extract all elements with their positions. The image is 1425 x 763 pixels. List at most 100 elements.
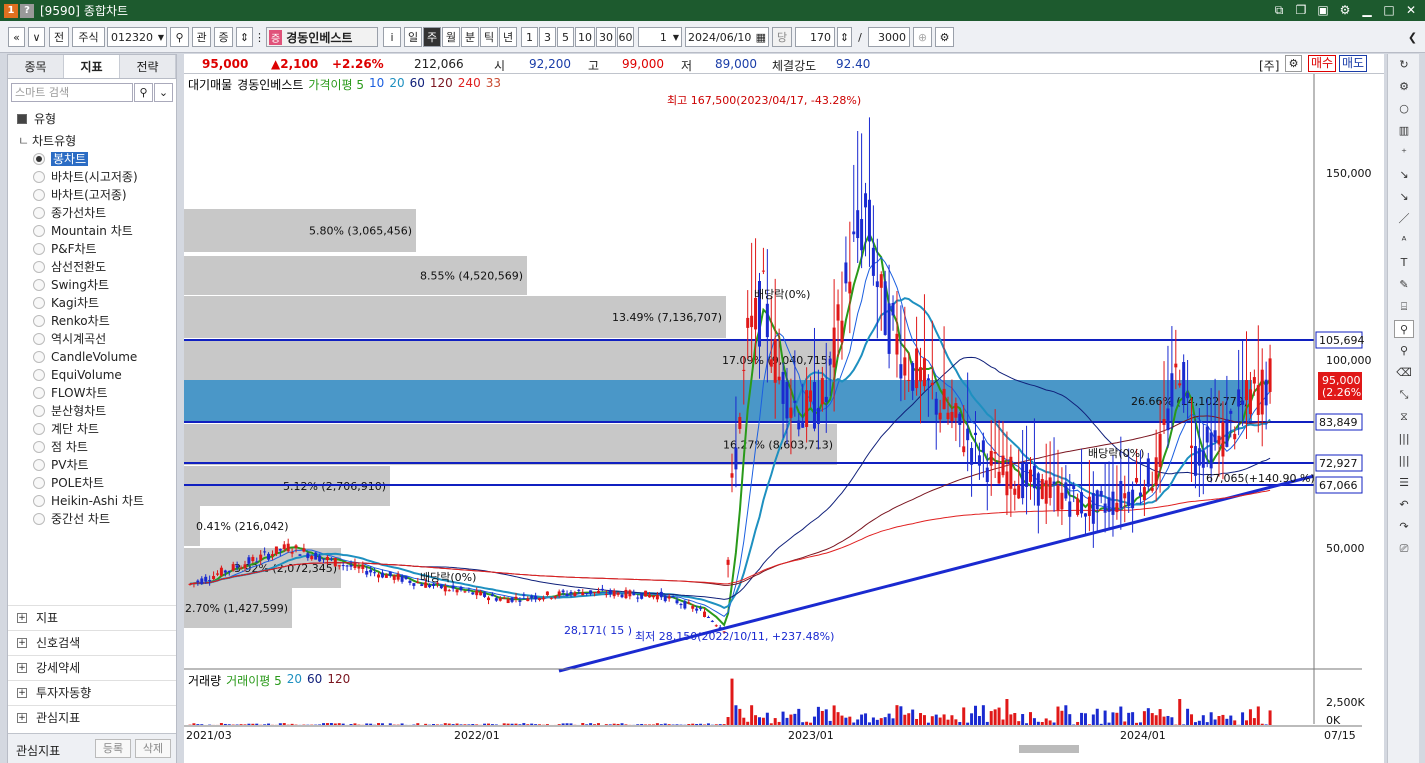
copy-icon[interactable]: ❐ xyxy=(1293,2,1309,18)
footer-section-2[interactable]: + 강세약세 xyxy=(8,655,176,680)
text-icon[interactable]: T xyxy=(1394,254,1414,272)
period-button-0[interactable]: 일 xyxy=(404,27,422,47)
refresh-icon[interactable]: ↻ xyxy=(1394,56,1414,74)
stock-name-box[interactable]: 증 경동인베스트 xyxy=(266,27,378,47)
interval-button-0[interactable]: 1 xyxy=(521,27,538,47)
period-button-1[interactable]: 주 xyxy=(423,27,441,47)
sell-button[interactable]: 매도 xyxy=(1339,55,1367,72)
period-button-2[interactable]: 월 xyxy=(442,27,460,47)
auto-icon[interactable]: ᴬ xyxy=(1394,232,1414,250)
chart-type-option[interactable]: P&F차트 xyxy=(33,240,173,258)
maximize-icon[interactable]: □ xyxy=(1381,2,1397,18)
trend-line-icon[interactable]: ↘ xyxy=(1394,188,1414,206)
gear-icon[interactable]: ⚙ xyxy=(935,27,954,47)
period-button-5[interactable]: 년 xyxy=(499,27,517,47)
calendar-icon[interactable]: ▦ xyxy=(756,31,768,44)
legend-item[interactable]: 20 xyxy=(287,672,302,689)
pen-icon[interactable]: ✎ xyxy=(1394,276,1414,294)
count-spinner-icon[interactable]: ⇕ xyxy=(837,27,852,47)
bar-chart-icon[interactable]: ▥ xyxy=(1394,122,1414,140)
chart-area[interactable]: 5.80% (3,065,456) 8.55% (4,520,569) 13.49%… xyxy=(184,74,1384,763)
zoom-icon[interactable]: ⊕ xyxy=(913,27,932,47)
market-select[interactable]: 주식 xyxy=(72,27,105,47)
diagonal-icon[interactable]: ／ xyxy=(1394,210,1414,228)
chart-type-option[interactable]: 봉차트 xyxy=(33,150,173,168)
erase-icon[interactable]: ⌫ xyxy=(1394,364,1414,382)
subsection-chart-type[interactable]: ㄴ 차트유형 xyxy=(8,131,176,151)
period-button-4[interactable]: 틱 xyxy=(480,27,498,47)
legend-item[interactable]: 경동인베스트 xyxy=(237,76,303,93)
chevron-down-icon[interactable]: ▼ xyxy=(158,33,166,42)
move-icon[interactable]: ⤡ xyxy=(1394,386,1414,404)
redo-icon[interactable]: ↷ xyxy=(1394,518,1414,536)
legend-item[interactable]: 가격이평 5 xyxy=(308,76,364,93)
bars-icon[interactable]: ||| xyxy=(1394,430,1414,448)
footer-section-4[interactable]: + 관심지표 xyxy=(8,705,176,730)
interval-button-3[interactable]: 10 xyxy=(575,27,595,47)
link-icon[interactable]: ⧉ xyxy=(1271,2,1287,18)
zoom-in-icon[interactable]: ⚲ xyxy=(1394,320,1414,338)
chart-type-option[interactable]: 바차트(고저종) xyxy=(33,186,173,204)
btn-gwan[interactable]: 관 xyxy=(192,27,211,47)
chart-type-option[interactable]: 계단 차트 xyxy=(33,420,173,438)
stock-code-input[interactable]: 012320 ▼ xyxy=(107,27,167,47)
legend-item[interactable]: 240 xyxy=(458,76,481,93)
chart-type-option[interactable]: POLE차트 xyxy=(33,474,173,492)
crosshair-icon[interactable]: ⁺ xyxy=(1394,144,1414,162)
nav-down-button[interactable]: ∨ xyxy=(28,27,45,47)
chart-svg[interactable]: 5.80% (3,065,456) 8.55% (4,520,569) 13.49%… xyxy=(184,74,1384,763)
chart-type-option[interactable]: 종가선차트 xyxy=(33,204,173,222)
legend-item[interactable]: 60 xyxy=(307,672,322,689)
chart-type-option[interactable]: PV차트 xyxy=(33,456,173,474)
chart-type-option[interactable]: Swing차트 xyxy=(33,276,173,294)
fib-icon[interactable]: ⧖ xyxy=(1394,408,1414,426)
pattern-icon[interactable]: ⌸ xyxy=(1394,298,1414,316)
legend-item[interactable]: 120 xyxy=(327,672,350,689)
btn-jeon[interactable]: 전 xyxy=(49,27,69,47)
smart-search-input[interactable]: 스마트 검색 xyxy=(11,83,133,102)
close-icon[interactable]: ✕ xyxy=(1403,2,1419,18)
chart-type-option[interactable]: FLOW차트 xyxy=(33,384,173,402)
interval-button-5[interactable]: 60 xyxy=(617,27,634,47)
chart-type-option[interactable]: 바차트(시고저종) xyxy=(33,168,173,186)
date-input[interactable]: 2024/06/10 ▦ xyxy=(685,27,769,47)
chart-type-option[interactable]: EquiVolume xyxy=(33,366,173,384)
expand-icon[interactable]: ⌄ xyxy=(154,83,173,102)
minimize-icon[interactable]: ▁ xyxy=(1359,2,1375,18)
chart-type-option[interactable]: Kagi차트 xyxy=(33,294,173,312)
interval-button-2[interactable]: 5 xyxy=(557,27,574,47)
unit-select[interactable]: 1 ▼ xyxy=(638,27,682,47)
circle-icon[interactable]: ○ xyxy=(1394,100,1414,118)
search-icon[interactable]: ⚲ xyxy=(170,27,189,47)
camera-icon[interactable]: ▣ xyxy=(1315,2,1331,18)
chart-type-option[interactable]: 점 차트 xyxy=(33,438,173,456)
chart-type-option[interactable]: Heikin-Ashi 차트 xyxy=(33,492,173,510)
legend-item[interactable]: 60 xyxy=(410,76,425,93)
collapse-icon[interactable]: ❮ xyxy=(1405,27,1420,47)
chart-type-option[interactable]: CandleVolume xyxy=(33,348,173,366)
delete-button[interactable]: 삭제 xyxy=(135,739,171,758)
total-input[interactable]: 3000 xyxy=(868,27,910,47)
interval-button-1[interactable]: 3 xyxy=(539,27,556,47)
legend-item[interactable]: 33 xyxy=(486,76,501,93)
btn-jeung[interactable]: 증 xyxy=(214,27,233,47)
chart-type-option[interactable]: Renko차트 xyxy=(33,312,173,330)
chart-type-option[interactable]: 삼선전환도 xyxy=(33,258,173,276)
screenshot-icon[interactable]: ⎚ xyxy=(1394,540,1414,558)
spinner-icon[interactable]: ⇕ xyxy=(236,27,253,47)
tab-indicator[interactable]: 지표 xyxy=(64,55,120,78)
buy-button[interactable]: 매수 xyxy=(1308,55,1336,72)
footer-section-0[interactable]: + 지표 xyxy=(8,605,176,630)
nav-prev-button[interactable]: « xyxy=(8,27,25,47)
tab-stock[interactable]: 종목 xyxy=(8,55,64,78)
legend-item[interactable]: 거래량 xyxy=(188,672,221,689)
window-badge-help[interactable]: ? xyxy=(20,3,34,18)
chart-type-option[interactable]: 분산형차트 xyxy=(33,402,173,420)
chart-type-option[interactable]: 역시계곡선 xyxy=(33,330,173,348)
legend-item[interactable]: 20 xyxy=(389,76,404,93)
stock-button[interactable]: [주] xyxy=(1259,57,1279,74)
line-draw-icon[interactable]: ↘ xyxy=(1394,166,1414,184)
legend-item[interactable]: 10 xyxy=(369,76,384,93)
register-button[interactable]: 등록 xyxy=(95,739,131,758)
chart-settings-icon[interactable]: ⚙ xyxy=(1285,55,1302,72)
